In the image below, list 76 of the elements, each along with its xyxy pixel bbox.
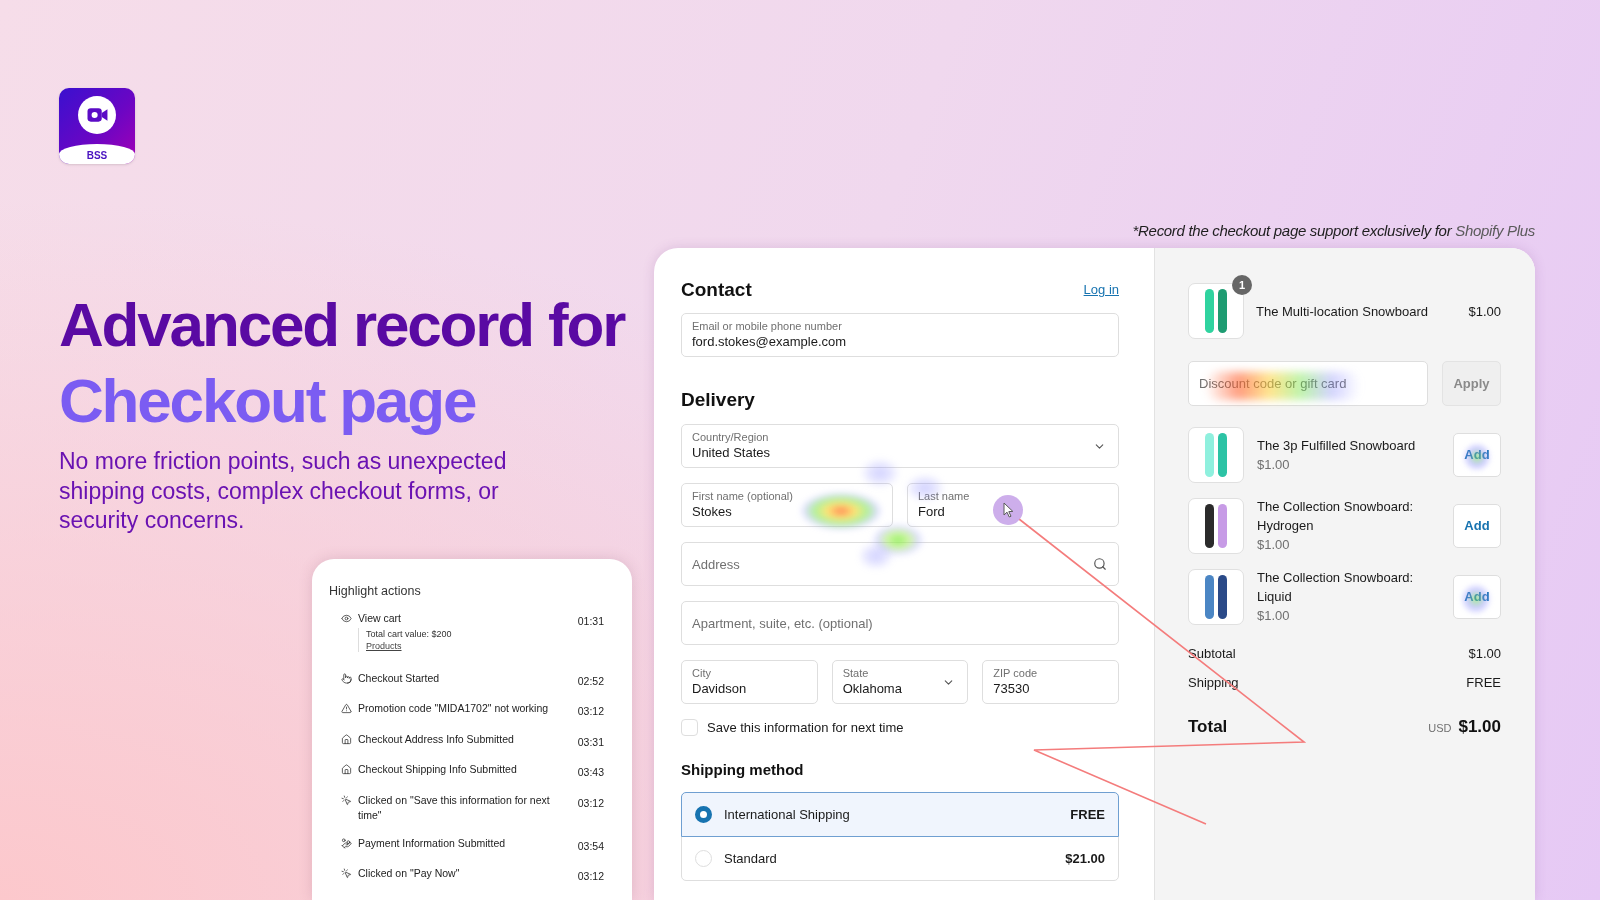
cursor-icon [993, 495, 1023, 525]
snowboard-drawing [1204, 433, 1228, 477]
currency-code: USD [1428, 721, 1452, 737]
text-field[interactable]: City Davidson [681, 660, 818, 704]
action-time: 03:54 [577, 838, 604, 854]
house-icon [341, 733, 352, 745]
shopify-plus-note: *Record the checkout page support exclusively for Shopify Plus [1132, 222, 1535, 240]
product-price: $1.00 [1468, 302, 1501, 320]
product-name: The Multi-location Snowboard [1256, 302, 1429, 320]
product-name: The Collection Snowboard: Liquid [1257, 569, 1415, 606]
house-icon [341, 764, 352, 776]
warning-icon [341, 703, 352, 715]
add-button[interactable]: Add [1453, 503, 1501, 548]
subtotal-value: $1.00 [1468, 645, 1501, 664]
headline-accent: Checkout page [59, 365, 477, 437]
text-field[interactable]: Last name Ford [907, 483, 1119, 527]
text-field[interactable]: ZIP code 73530 [982, 660, 1119, 704]
action-label: Clicked on "Save this information for next time" [358, 792, 550, 823]
action-label: Payment Information Submitted [358, 835, 507, 851]
radio-button[interactable] [695, 806, 712, 823]
logo-label: BSS [59, 144, 135, 164]
delivery-heading: Delivery [681, 388, 756, 412]
hand-coins-icon [341, 837, 352, 849]
snowboard-drawing [1204, 574, 1228, 619]
video-camera-icon [78, 96, 116, 134]
action-label: Checkout Started [358, 670, 441, 686]
text-field[interactable]: First name (optional) Stokes [681, 483, 893, 527]
snowboard-drawing [1204, 289, 1228, 333]
total-value: $1.00 [1458, 716, 1501, 739]
products-link[interactable]: Products [366, 640, 402, 652]
search-field[interactable]: Address [681, 542, 1119, 586]
shipping-option[interactable]: Standard $21.00 [681, 836, 1119, 881]
action-time: 03:31 [577, 734, 604, 750]
hand-pointer-icon [341, 672, 352, 684]
action-time: 02:52 [577, 673, 604, 689]
product-price: $1.00 [1257, 536, 1291, 554]
action-time: 01:31 [577, 614, 604, 629]
total-label: Total [1188, 716, 1228, 739]
mouse-click-icon [341, 794, 352, 806]
snowboard-drawing [1204, 503, 1228, 548]
action-label: Checkout Address Info Submitted [358, 731, 515, 747]
action-label: Clicked on "Pay Now" [358, 866, 461, 882]
checkbox[interactable] [681, 719, 698, 736]
dropdown-field[interactable]: State Oklahoma [831, 660, 969, 704]
action-time: 03:12 [577, 795, 604, 811]
text-field[interactable]: Apartment, suite, etc. (optional) [681, 601, 1119, 645]
heatmap-blob [1460, 583, 1492, 615]
product-name: The 3p Fulfilled Snowboard [1257, 437, 1417, 455]
headline-description: No more friction points, such as unexpected shipping costs, complex checkout forms, or security concerns. [59, 447, 508, 535]
product-name: The Collection Snowboard: Hydrogen [1257, 498, 1415, 535]
login-link[interactable]: Log in [1083, 282, 1119, 298]
mouse-click-icon [341, 868, 352, 880]
shipping-value: FREE [1466, 674, 1501, 693]
checkbox-label: Save this information for next time [707, 719, 904, 736]
heatmap-blob [1462, 442, 1492, 472]
shipping-label: Shipping [1188, 674, 1239, 693]
headline-title: Advanced record for [59, 289, 626, 361]
action-label: View cart [358, 611, 402, 626]
quantity-badge: 1 [1232, 275, 1252, 295]
action-time: 03:12 [577, 869, 604, 885]
dropdown-field[interactable]: Country/Region United States [681, 424, 1119, 468]
action-label: Checkout Shipping Info Submitted [358, 762, 518, 778]
shipping-option[interactable]: International Shipping FREE [681, 792, 1119, 837]
contact-heading: Contact [681, 278, 752, 302]
product-price: $1.00 [1257, 456, 1291, 474]
action-time: 03:43 [577, 765, 604, 781]
search-icon [1093, 557, 1107, 571]
action-detail: Total cart value: $200 [366, 628, 452, 640]
eye-icon [341, 613, 352, 624]
shipping-heading: Shipping method [681, 760, 805, 780]
text-field[interactable]: Email or mobile phone number ford.stokes@example.com [681, 313, 1119, 357]
product-price: $1.00 [1257, 607, 1291, 625]
action-label: Promotion code "MIDA1702" not working [358, 701, 550, 717]
subtotal-label: Subtotal [1188, 645, 1236, 664]
action-time: 03:12 [577, 704, 604, 720]
panel-title: Highlight actions [329, 583, 422, 599]
